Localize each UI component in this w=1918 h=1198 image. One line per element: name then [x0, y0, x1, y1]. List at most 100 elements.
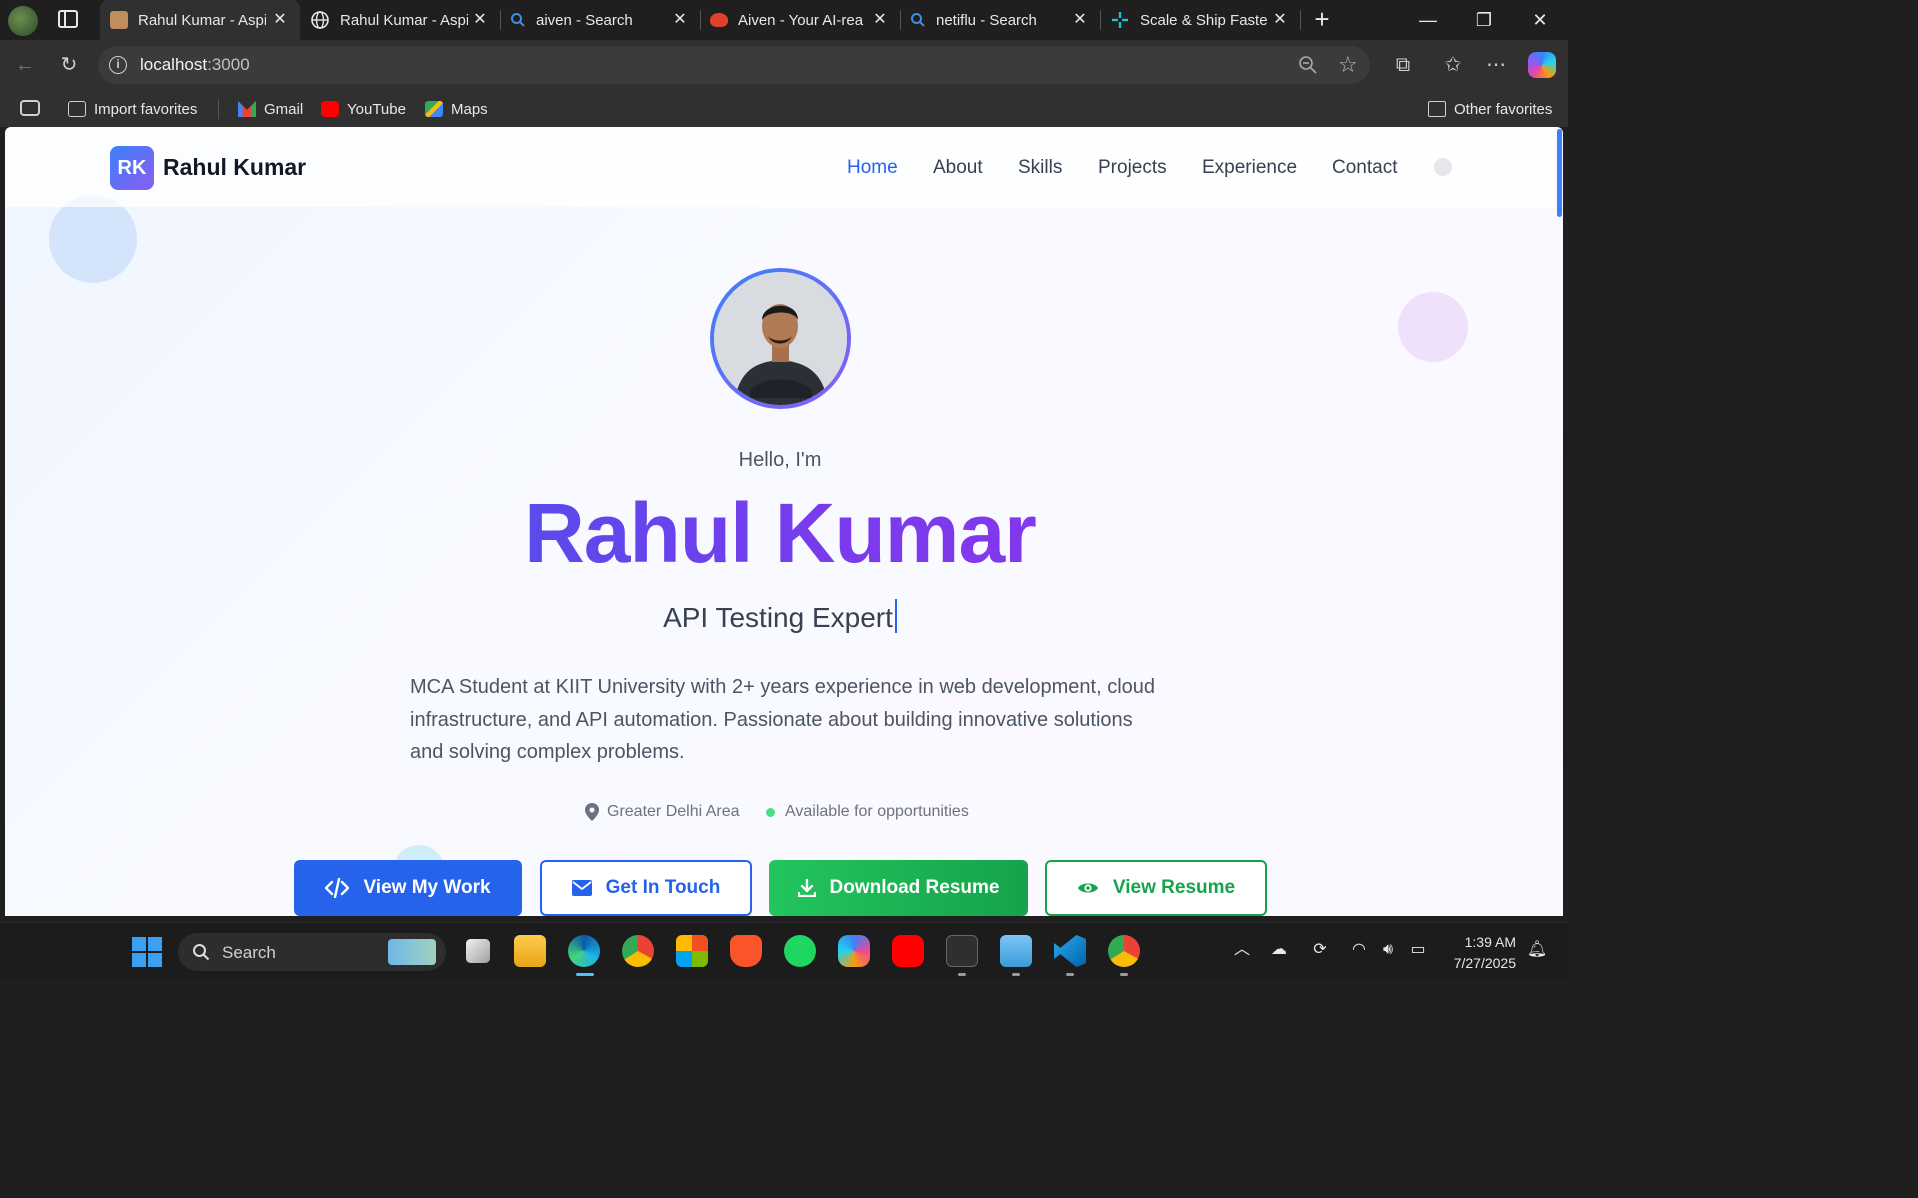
- nav-about[interactable]: About: [933, 157, 983, 179]
- button-label: Download Resume: [829, 877, 1000, 898]
- notifications-icon[interactable]: 🔔︎: [1526, 939, 1548, 961]
- file-explorer-icon[interactable]: [514, 935, 546, 967]
- start-windows-icon[interactable]: [132, 937, 162, 967]
- hero-role: API Testing Expert: [5, 599, 1555, 634]
- volume-icon[interactable]: 🔊︎: [1377, 939, 1399, 961]
- edge-browser-icon[interactable]: [568, 935, 600, 967]
- close-icon[interactable]: ✕: [270, 10, 290, 30]
- avatar: [710, 268, 851, 409]
- fav-label: Import favorites: [94, 100, 198, 118]
- site-info-icon[interactable]: i: [109, 56, 127, 74]
- hero-greeting: Hello, I'm: [738, 449, 822, 471]
- minimize-icon[interactable]: —: [1400, 0, 1456, 40]
- fav-divider: [218, 99, 219, 119]
- copilot-app-icon[interactable]: [838, 935, 870, 967]
- fav-other-favorites[interactable]: Other favorites: [1428, 98, 1552, 120]
- tab-title: Aiven - Your AI-rea: [738, 11, 864, 29]
- logo-name[interactable]: Rahul Kumar: [163, 154, 306, 181]
- get-in-touch-button[interactable]: Get In Touch: [540, 860, 752, 916]
- taskbar-search-label: Search: [222, 943, 276, 962]
- copilot-icon[interactable]: [1528, 52, 1556, 78]
- folder-icon: [1428, 101, 1446, 117]
- nav-skills[interactable]: Skills: [1018, 157, 1062, 179]
- download-resume-button[interactable]: Download Resume: [769, 860, 1028, 916]
- tab-scale-ship[interactable]: Scale & Ship Faster ✕: [1100, 0, 1300, 40]
- terminal-icon[interactable]: [946, 935, 978, 967]
- logo-badge[interactable]: RK: [110, 146, 154, 190]
- favorites-icon[interactable]: ✩: [1440, 52, 1466, 78]
- wifi-icon[interactable]: ◠: [1348, 939, 1370, 961]
- tab-rahul-kumar-2[interactable]: Rahul Kumar - Aspi ✕: [300, 0, 500, 40]
- fav-youtube[interactable]: YouTube: [321, 98, 406, 120]
- taskbar-search[interactable]: Search: [178, 933, 446, 971]
- close-icon[interactable]: ✕: [870, 10, 890, 30]
- close-icon[interactable]: ✕: [1070, 10, 1090, 30]
- location-text: Greater Delhi Area: [607, 803, 740, 820]
- vscode-icon[interactable]: [1054, 935, 1086, 967]
- close-icon[interactable]: ✕: [470, 10, 490, 30]
- theme-toggle[interactable]: [1434, 158, 1452, 176]
- sync-icon[interactable]: ⟳: [1309, 939, 1331, 961]
- refresh-icon[interactable]: ↻: [56, 52, 82, 78]
- page-scrollbar[interactable]: [1555, 127, 1563, 916]
- extensions-icon[interactable]: ⧉: [1390, 52, 1416, 78]
- fav-import[interactable]: Import favorites: [68, 98, 197, 120]
- open-app-indicator: [958, 973, 966, 976]
- decor-blob-blue: [49, 195, 137, 283]
- address-bar[interactable]: i localhost:3000 ☆: [98, 46, 1370, 84]
- tab-aiven[interactable]: Aiven - Your AI-rea ✕: [700, 0, 900, 40]
- zoom-out-icon[interactable]: [1298, 55, 1318, 75]
- hero-name: Rahul Kumar: [5, 485, 1555, 582]
- nav-projects[interactable]: Projects: [1098, 157, 1167, 179]
- open-app-indicator: [1120, 973, 1128, 976]
- hero-bio: MCA Student at KIIT University with 2+ y…: [410, 676, 1156, 763]
- task-view-icon[interactable]: [466, 939, 490, 963]
- browser-toolbar: ← ↻ i localhost:3000 ☆ ⧉ ✩ ⋯: [0, 40, 1568, 90]
- chrome-icon[interactable]: [622, 935, 654, 967]
- spotify-icon[interactable]: [784, 935, 816, 967]
- favorite-star-icon[interactable]: ☆: [1338, 52, 1358, 78]
- fav-maps[interactable]: Maps: [425, 98, 488, 120]
- tab-actions-icon[interactable]: [58, 10, 78, 28]
- nav-experience[interactable]: Experience: [1202, 157, 1297, 179]
- view-resume-button[interactable]: View Resume: [1045, 860, 1267, 916]
- tab-netiflu-search[interactable]: netiflu - Search ✕: [900, 0, 1100, 40]
- nav-contact[interactable]: Contact: [1332, 157, 1397, 179]
- tab-aiven-search[interactable]: aiven - Search ✕: [500, 0, 700, 40]
- close-icon[interactable]: ✕: [1270, 10, 1290, 30]
- fav-label: YouTube: [347, 100, 406, 118]
- search-favicon-icon: [911, 13, 925, 27]
- crab-favicon-icon: [710, 13, 728, 27]
- youtube-app-icon[interactable]: [892, 935, 924, 967]
- chrome-profile-icon[interactable]: [1108, 935, 1140, 967]
- back-arrow-icon[interactable]: ←: [12, 52, 38, 78]
- show-hidden-icons-icon[interactable]: ︿: [1231, 939, 1253, 961]
- open-app-indicator: [1012, 973, 1020, 976]
- restore-icon[interactable]: ❐: [1456, 0, 1512, 40]
- profile-avatar-icon[interactable]: [8, 6, 38, 36]
- tab-rahul-kumar-1[interactable]: Rahul Kumar - Aspi ✕: [100, 0, 300, 40]
- asterisk-favicon-icon: [1112, 12, 1128, 28]
- onedrive-icon[interactable]: ☁: [1268, 939, 1290, 961]
- brave-icon[interactable]: [730, 935, 762, 967]
- fav-gmail[interactable]: Gmail: [238, 98, 303, 120]
- window-close-icon[interactable]: ✕: [1512, 0, 1568, 40]
- battery-icon[interactable]: ▭: [1407, 939, 1429, 961]
- new-tab-plus-icon[interactable]: +: [1310, 6, 1334, 34]
- reading-list-icon[interactable]: [20, 100, 40, 116]
- active-app-indicator: [576, 973, 594, 976]
- microsoft-store-icon[interactable]: [676, 935, 708, 967]
- nav-home[interactable]: Home: [847, 157, 898, 179]
- envelope-icon: [571, 880, 592, 896]
- close-icon[interactable]: ✕: [670, 10, 690, 30]
- notepad-icon[interactable]: [1000, 935, 1032, 967]
- scrollbar-thumb[interactable]: [1557, 129, 1562, 217]
- eye-icon: [1077, 880, 1099, 896]
- availability-text: Available for opportunities: [785, 803, 969, 820]
- browser-tab-strip: Rahul Kumar - Aspi ✕ Rahul Kumar - Aspi …: [0, 0, 1568, 40]
- more-menu-icon[interactable]: ⋯: [1483, 52, 1509, 78]
- import-icon: [68, 101, 86, 117]
- system-clock[interactable]: 1:39 AM 7/27/2025: [1454, 932, 1516, 974]
- view-my-work-button[interactable]: View My Work: [294, 860, 522, 916]
- maps-icon: [425, 101, 443, 117]
